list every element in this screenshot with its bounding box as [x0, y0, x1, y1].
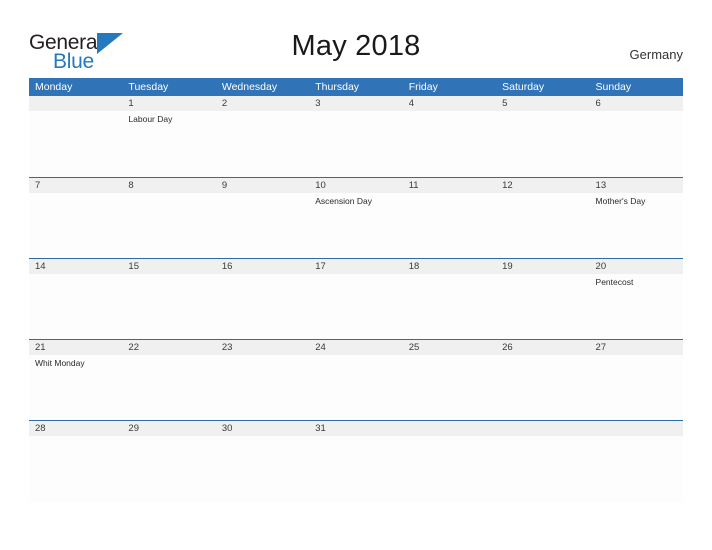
week-date-strip: 14 15 16 17 18 19 20	[29, 259, 683, 274]
event-cell[interactable]	[309, 111, 402, 177]
date-cell[interactable]: 26	[496, 340, 589, 355]
date-cell[interactable]: 24	[309, 340, 402, 355]
calendar-week-row: 28 29 30 31	[29, 420, 683, 502]
date-cell[interactable]: 31	[309, 421, 402, 436]
calendar-page: General Blue May 2018 Germany Monday Tue…	[0, 0, 712, 550]
week-date-strip: 28 29 30 31	[29, 421, 683, 436]
event-cell[interactable]: Ascension Day	[309, 193, 402, 259]
event-cell[interactable]	[216, 193, 309, 259]
week-event-strip: Pentecost	[29, 274, 683, 340]
date-cell[interactable]	[403, 421, 496, 436]
date-cell[interactable]: 4	[403, 96, 496, 111]
event-cell[interactable]	[309, 355, 402, 421]
day-header-friday: Friday	[408, 81, 438, 93]
event-cell[interactable]	[216, 274, 309, 340]
event-cell[interactable]	[403, 274, 496, 340]
week-date-strip: 1 2 3 4 5 6	[29, 96, 683, 111]
calendar-grid: Monday Tuesday Wednesday Thursday Friday…	[29, 78, 683, 502]
event-cell[interactable]	[590, 355, 683, 421]
event-cell[interactable]	[496, 111, 589, 177]
event-cell[interactable]	[309, 436, 402, 502]
date-cell[interactable]	[590, 421, 683, 436]
date-cell[interactable]: 10	[309, 178, 402, 193]
date-cell[interactable]: 19	[496, 259, 589, 274]
date-cell[interactable]: 7	[29, 178, 122, 193]
date-cell[interactable]	[496, 421, 589, 436]
date-cell[interactable]: 22	[122, 340, 215, 355]
page-title: May 2018	[291, 30, 421, 62]
date-cell[interactable]: 25	[403, 340, 496, 355]
event-cell[interactable]	[403, 193, 496, 259]
date-cell[interactable]	[29, 96, 122, 111]
event-cell[interactable]	[496, 355, 589, 421]
day-header-thursday: Thursday	[315, 81, 360, 93]
date-cell[interactable]: 30	[216, 421, 309, 436]
event-cell[interactable]	[122, 355, 215, 421]
date-cell[interactable]: 23	[216, 340, 309, 355]
event-cell[interactable]: Pentecost	[590, 274, 683, 340]
calendar-week-row: 21 22 23 24 25 26 27 Whit Monday	[29, 339, 683, 421]
day-header-monday: Monday	[35, 81, 73, 93]
date-cell[interactable]: 8	[122, 178, 215, 193]
event-cell[interactable]	[122, 193, 215, 259]
week-event-strip	[29, 436, 683, 502]
date-cell[interactable]: 28	[29, 421, 122, 436]
day-header-sunday: Sunday	[595, 81, 632, 93]
day-header-tuesday: Tuesday	[128, 81, 169, 93]
date-cell[interactable]: 16	[216, 259, 309, 274]
event-cell[interactable]	[29, 436, 122, 502]
date-cell[interactable]: 14	[29, 259, 122, 274]
date-cell[interactable]: 18	[403, 259, 496, 274]
date-cell[interactable]: 12	[496, 178, 589, 193]
event-cell[interactable]	[403, 436, 496, 502]
week-event-strip: Whit Monday	[29, 355, 683, 421]
page-header: General Blue May 2018 Germany	[0, 0, 712, 78]
event-cell[interactable]	[122, 274, 215, 340]
event-cell[interactable]	[496, 193, 589, 259]
date-cell[interactable]: 17	[309, 259, 402, 274]
date-cell[interactable]: 29	[122, 421, 215, 436]
date-cell[interactable]: 20	[590, 259, 683, 274]
date-cell[interactable]: 11	[403, 178, 496, 193]
event-cell[interactable]	[216, 436, 309, 502]
country-label: Germany	[629, 47, 683, 62]
event-cell[interactable]	[403, 355, 496, 421]
event-cell[interactable]	[309, 274, 402, 340]
event-cell[interactable]	[590, 436, 683, 502]
week-event-strip: Labour Day	[29, 111, 683, 177]
week-date-strip: 21 22 23 24 25 26 27	[29, 340, 683, 355]
event-cell[interactable]	[496, 274, 589, 340]
date-cell[interactable]: 3	[309, 96, 402, 111]
event-cell[interactable]	[403, 111, 496, 177]
week-event-strip: Ascension Day Mother's Day	[29, 193, 683, 259]
event-cell[interactable]: Labour Day	[122, 111, 215, 177]
calendar-week-row: 14 15 16 17 18 19 20 Pentecost	[29, 258, 683, 340]
event-cell[interactable]	[29, 193, 122, 259]
date-cell[interactable]: 1	[122, 96, 215, 111]
date-cell[interactable]: 5	[496, 96, 589, 111]
event-cell[interactable]	[29, 274, 122, 340]
calendar-week-row: 7 8 9 10 11 12 13 Ascension Day Mother's…	[29, 177, 683, 259]
event-cell[interactable]	[216, 111, 309, 177]
date-cell[interactable]: 6	[590, 96, 683, 111]
date-cell[interactable]: 15	[122, 259, 215, 274]
date-cell[interactable]: 2	[216, 96, 309, 111]
date-cell[interactable]: 13	[590, 178, 683, 193]
event-cell[interactable]	[29, 111, 122, 177]
week-date-strip: 7 8 9 10 11 12 13	[29, 178, 683, 193]
day-header-wednesday: Wednesday	[221, 81, 278, 93]
event-cell[interactable]	[122, 436, 215, 502]
date-cell[interactable]: 9	[216, 178, 309, 193]
event-cell[interactable]: Whit Monday	[29, 355, 122, 421]
event-cell[interactable]: Mother's Day	[590, 193, 683, 259]
event-cell[interactable]	[216, 355, 309, 421]
event-cell[interactable]	[590, 111, 683, 177]
calendar-day-header-row: Monday Tuesday Wednesday Thursday Friday…	[29, 78, 683, 96]
calendar-week-row: 1 2 3 4 5 6 Labour Day	[29, 96, 683, 177]
date-cell[interactable]: 27	[590, 340, 683, 355]
event-cell[interactable]	[496, 436, 589, 502]
day-header-saturday: Saturday	[502, 81, 545, 93]
date-cell[interactable]: 21	[29, 340, 122, 355]
